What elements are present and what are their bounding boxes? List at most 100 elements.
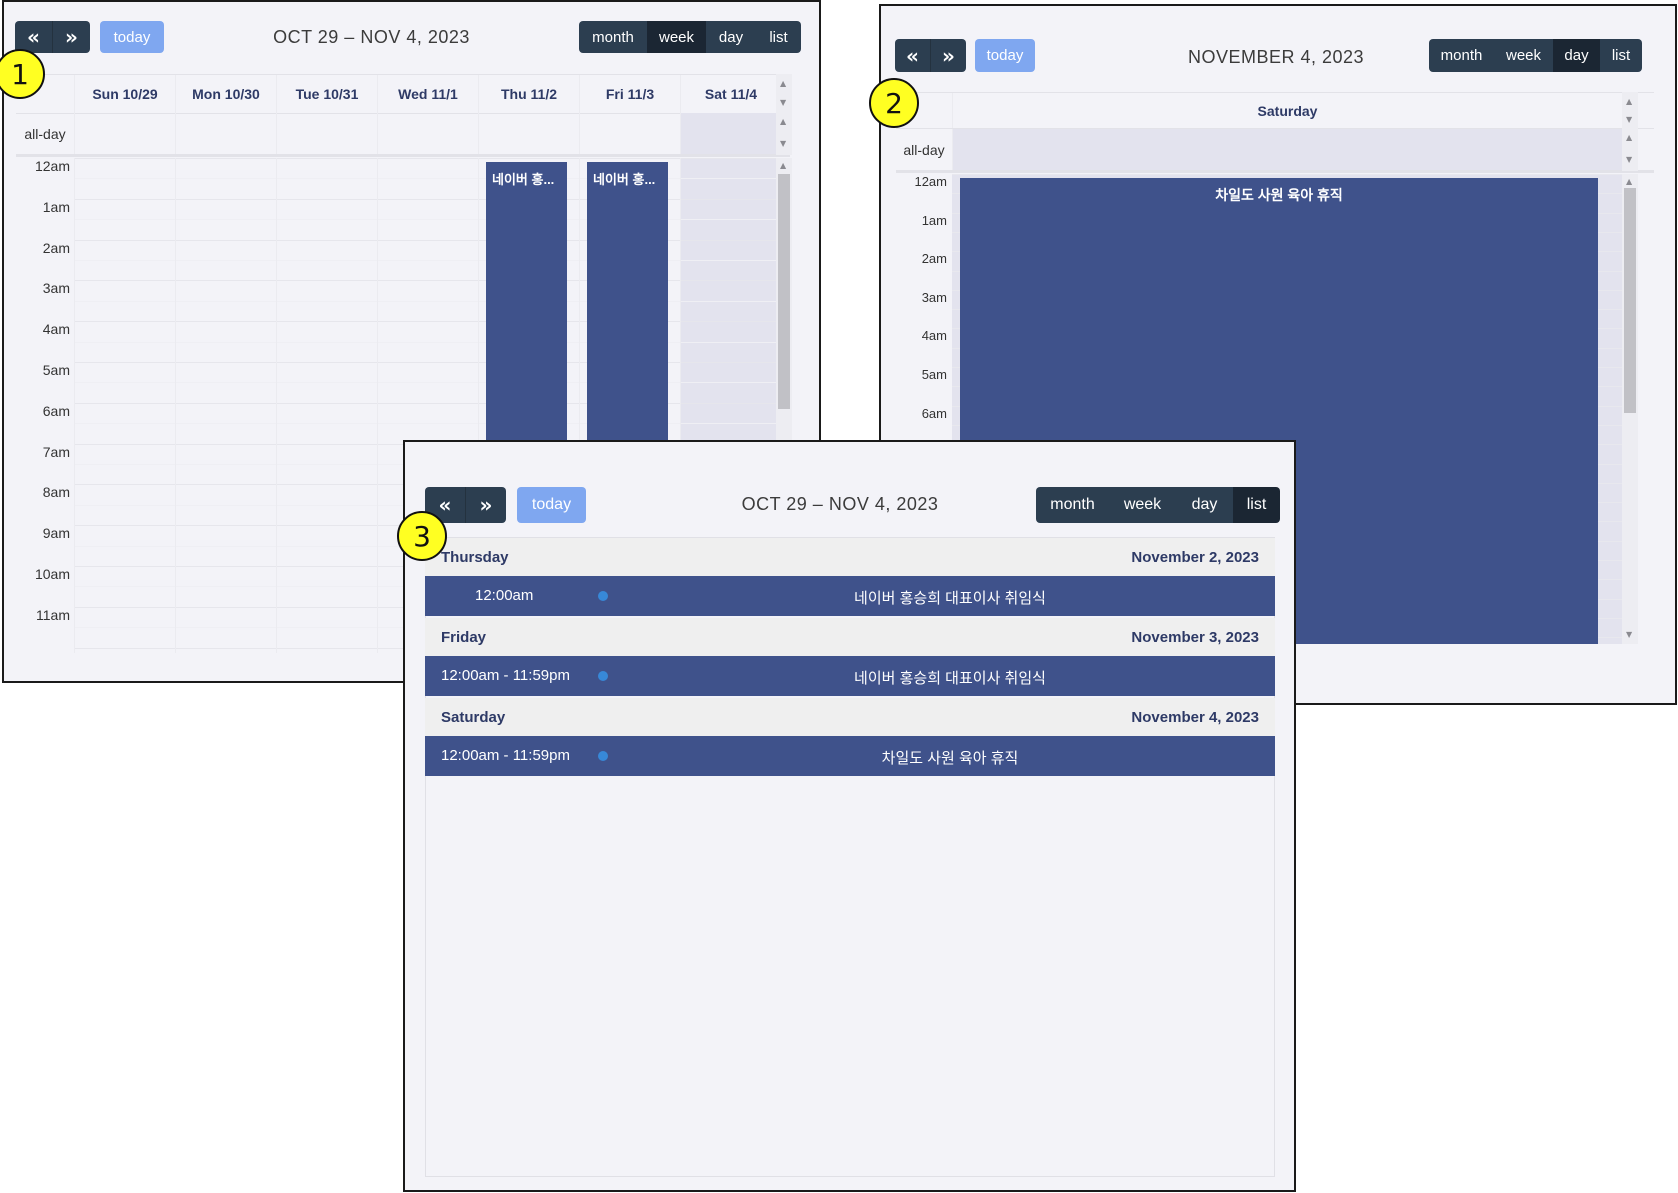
event-dot-icon <box>598 751 608 761</box>
time-label: 10am <box>34 566 70 582</box>
view-button-week[interactable]: week <box>647 21 706 53</box>
time-label: 7am <box>42 443 70 460</box>
annotation-badge-3: 3 <box>397 511 447 561</box>
list-event-time: 12:00am <box>475 587 534 604</box>
time-label: 12am <box>914 174 947 189</box>
scroll-thumb[interactable] <box>778 174 790 409</box>
scroll-up-arrow-icon[interactable]: ▲ <box>780 80 786 88</box>
day-header-4: Thu 11/2 <box>478 75 579 113</box>
scroll-up-arrow-icon[interactable]: ▲ <box>780 162 786 170</box>
today-button[interactable]: today <box>100 21 164 53</box>
view-button-month[interactable]: month <box>1429 39 1494 72</box>
grid-line <box>74 321 781 323</box>
scroll-up-arrow-icon[interactable]: ▲ <box>780 118 786 126</box>
list-day-header: Friday November 3, 2023 <box>425 618 1275 656</box>
grid-column-line <box>74 158 75 653</box>
day-header-3: Wed 11/1 <box>377 75 478 113</box>
day-header-2: Tue 10/31 <box>276 75 377 113</box>
all-day-cell[interactable] <box>377 113 478 154</box>
today-button[interactable]: today <box>975 39 1035 72</box>
all-day-cell[interactable] <box>276 113 377 154</box>
all-day-label: all-day <box>24 125 66 142</box>
all-day-cell[interactable] <box>74 113 175 154</box>
double-chevron-left-icon: « <box>27 25 40 49</box>
time-label: 4am <box>921 328 947 344</box>
all-day-row: all-day <box>16 113 790 157</box>
annotation-badge-2: 2 <box>869 78 919 128</box>
list-day-weekday: Thursday <box>441 548 509 566</box>
view-button-list[interactable]: list <box>1600 39 1642 72</box>
list-day-date[interactable]: November 4, 2023 <box>1131 709 1259 726</box>
grid-column-line <box>377 158 378 653</box>
time-label: 3am <box>42 280 70 297</box>
grid-line <box>74 158 781 159</box>
list-event-title[interactable]: 네이버 홍승희 대표이사 취임식 <box>625 587 1275 608</box>
list-day-date[interactable]: November 3, 2023 <box>1131 629 1259 646</box>
time-label: 5am <box>42 362 70 378</box>
next-button[interactable]: » <box>930 39 966 72</box>
grid-line <box>74 402 781 404</box>
view-button-list[interactable]: list <box>756 21 801 53</box>
view-button-week[interactable]: week <box>1494 39 1553 72</box>
grid-line <box>74 423 781 425</box>
all-day-cell[interactable] <box>478 113 579 154</box>
all-day-cell[interactable] <box>579 113 680 154</box>
list-day-weekday: Saturday <box>441 708 506 726</box>
double-chevron-right-icon: » <box>942 43 955 68</box>
grid-line <box>952 174 1622 175</box>
grid-line <box>74 260 781 261</box>
view-button-day[interactable]: day <box>1553 39 1600 72</box>
toolbar-title: OCT 29 – NOV 4, 2023 <box>273 27 470 47</box>
scroll-thumb[interactable] <box>1624 188 1636 413</box>
time-label: 8am <box>42 484 70 501</box>
toolbar-title: NOVEMBER 4, 2023 <box>1187 47 1365 67</box>
day-header-5: Fri 11/3 <box>579 75 680 113</box>
list-event-title[interactable]: 차일도 사원 육아 휴직 <box>625 747 1275 768</box>
list-event-time: 12:00am - 11:59pm <box>441 747 570 764</box>
time-label: 12am <box>34 158 70 174</box>
nav-button-group: « » <box>895 39 966 72</box>
time-label: 2am <box>921 251 947 267</box>
time-label: 1am <box>42 198 70 215</box>
scroll-down-arrow-icon[interactable]: ▼ <box>1626 631 1632 639</box>
time-label: 3am <box>921 289 947 305</box>
all-day-cell[interactable] <box>952 129 1622 170</box>
view-button-month[interactable]: month <box>579 21 647 53</box>
grid-line <box>74 178 781 180</box>
event-list: Thursday November 2, 2023 12:00am 네이버 홍승희 대… <box>405 442 1294 1190</box>
scroll-down-arrow-icon[interactable]: ▼ <box>780 99 786 107</box>
time-label: 1am <box>921 212 947 228</box>
all-day-row: all-day <box>896 129 1654 173</box>
list-day-date[interactable]: November 2, 2023 <box>1131 549 1259 566</box>
grid-line <box>74 382 781 384</box>
list-event-title[interactable]: 네이버 홍승희 대표이사 취임식 <box>625 667 1275 688</box>
grid-line <box>74 239 781 241</box>
list-event-row[interactable]: 12:00am 네이버 홍승희 대표이사 취임식 <box>425 576 1275 616</box>
day-header-1: Mon 10/30 <box>175 75 276 113</box>
double-chevron-left-icon: « <box>906 43 919 68</box>
day-header-row: Saturday <box>896 92 1654 129</box>
scroll-up-arrow-icon[interactable]: ▲ <box>1626 178 1632 186</box>
time-label: 6am <box>42 402 70 419</box>
scroll-down-arrow-icon[interactable]: ▼ <box>1626 116 1632 124</box>
scroll-down-arrow-icon[interactable]: ▼ <box>780 140 786 148</box>
scroll-up-arrow-icon[interactable]: ▲ <box>1626 98 1632 106</box>
next-button[interactable]: » <box>52 21 90 53</box>
grid-line <box>74 280 781 282</box>
view-button-day[interactable]: day <box>706 21 756 53</box>
day-header-6: Sat 11/4 <box>680 75 781 113</box>
grid-line <box>74 219 781 221</box>
list-event-row[interactable]: 12:00am - 11:59pm 네이버 홍승희 대표이사 취임식 <box>425 656 1275 696</box>
view-switcher: month week day list <box>579 21 801 53</box>
all-day-cell[interactable] <box>680 113 781 154</box>
time-label: 4am <box>42 321 70 338</box>
time-label: 9am <box>42 525 70 542</box>
prev-button[interactable]: « <box>895 39 930 72</box>
grid-line <box>74 198 781 200</box>
scroll-up-arrow-icon[interactable]: ▲ <box>1626 134 1632 142</box>
scroll-down-arrow-icon[interactable]: ▼ <box>1626 156 1632 164</box>
grid-column-line <box>175 158 176 653</box>
list-day-header: Saturday November 4, 2023 <box>425 698 1275 736</box>
all-day-cell[interactable] <box>175 113 276 154</box>
list-event-row[interactable]: 12:00am - 11:59pm 차일도 사원 육아 휴직 <box>425 736 1275 776</box>
